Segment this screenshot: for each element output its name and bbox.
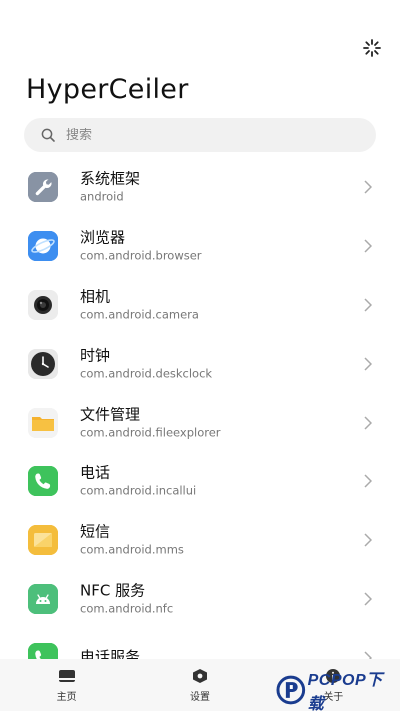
app-name: 短信 (80, 522, 111, 541)
app-name: NFC 服务 (80, 581, 146, 600)
app-icon (28, 289, 58, 320)
chevron-right-icon (364, 474, 372, 488)
app-name: 系统框架 (80, 169, 141, 188)
top-bar (0, 0, 400, 70)
list-item[interactable]: 系统框架 android (0, 158, 400, 217)
search-icon (41, 128, 55, 142)
app-package: com.android.incallui (80, 483, 197, 498)
clock-icon (28, 348, 58, 379)
nav-label: 设置 (189, 691, 210, 703)
message-icon (28, 525, 58, 556)
app-package: android (80, 189, 124, 204)
list-item[interactable]: 时钟 com.android.deskclock (0, 334, 400, 393)
app-icon (28, 583, 58, 614)
watermark: PCPOP下载 (276, 672, 398, 711)
list-item[interactable]: 文件管理 com.android.fileexplorer (0, 393, 400, 452)
folder-icon (28, 407, 58, 438)
search-bar[interactable] (24, 118, 376, 152)
app-icon (28, 348, 58, 379)
app-name: 浏览器 (80, 228, 126, 247)
page-title: HyperCeiler (26, 74, 189, 105)
list-item[interactable]: NFC 服务 com.android.nfc (0, 570, 400, 629)
wrench-icon (28, 172, 58, 203)
app-icon (28, 231, 58, 262)
search-input[interactable] (66, 127, 346, 143)
chevron-right-icon (364, 416, 372, 430)
app-icon (28, 466, 58, 497)
nav-label: 主页 (56, 691, 77, 703)
list-item[interactable]: 短信 com.android.mms (0, 511, 400, 570)
android-icon (28, 583, 58, 614)
app-package: com.android.deskclock (80, 366, 213, 381)
app-name: 文件管理 (80, 405, 141, 424)
app-name: 相机 (80, 287, 111, 306)
pcpop-logo-icon (276, 675, 306, 705)
chevron-right-icon (364, 592, 372, 606)
watermark-text: PCPOP下载 (307, 672, 383, 711)
camera-lens-icon (28, 289, 58, 320)
app-icon (28, 172, 58, 203)
app-name: 电话 (80, 463, 111, 482)
phone-icon (28, 466, 58, 497)
list-item[interactable]: 电话 com.android.incallui (0, 452, 400, 511)
chevron-right-icon (364, 298, 372, 312)
list-item[interactable]: 浏览器 com.android.browser (0, 217, 400, 276)
app-list: 系统框架 android 浏览器 com.android.browser 相机 … (0, 158, 400, 687)
chevron-right-icon (364, 239, 372, 253)
app-icon (28, 407, 58, 438)
app-package: com.android.browser (80, 248, 202, 263)
nav-item-home[interactable]: 主页 (0, 659, 133, 711)
nav-item-settings[interactable]: 设置 (133, 659, 266, 711)
chevron-right-icon (364, 533, 372, 547)
settings-icon (192, 668, 207, 683)
app-package: com.android.nfc (80, 601, 174, 616)
app-package: com.android.camera (80, 307, 199, 322)
planet-icon (28, 231, 58, 262)
app-icon (28, 525, 58, 556)
chevron-right-icon (364, 357, 372, 371)
app-package: com.android.mms (80, 542, 184, 557)
app-package: com.android.fileexplorer (80, 425, 221, 440)
chevron-right-icon (364, 180, 372, 194)
loader-icon[interactable] (362, 38, 382, 58)
list-item[interactable]: 相机 com.android.camera (0, 276, 400, 335)
home-icon (58, 669, 75, 682)
app-name: 时钟 (80, 346, 111, 365)
